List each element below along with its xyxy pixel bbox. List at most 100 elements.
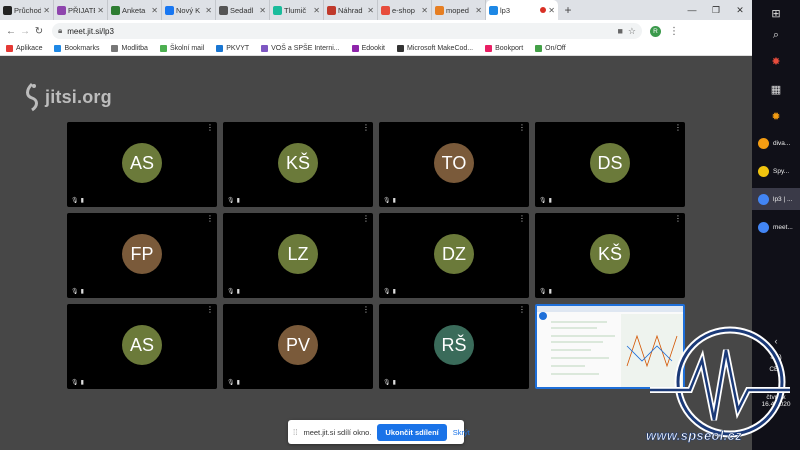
browser-tab[interactable]: PŘIJATÉ ✕ [54, 0, 108, 20]
browser-menu-icon[interactable]: ⋮ [669, 26, 679, 37]
tile-menu-icon[interactable]: ⋮ [206, 306, 214, 314]
tile-menu-icon[interactable]: ⋮ [518, 306, 526, 314]
bookmark-icon [351, 45, 359, 52]
browser-tab[interactable]: moped ✕ [432, 0, 486, 20]
close-tab-icon[interactable]: ✕ [43, 6, 50, 15]
drag-handle-icon[interactable]: ⁞⁞ [293, 428, 297, 437]
star-icon[interactable]: ☆ [628, 26, 636, 37]
reload-icon[interactable]: ↻ [32, 26, 46, 37]
participant-tile[interactable]: TO ⋮ 🎙︎ ▮ [379, 122, 529, 207]
close-tab-icon[interactable]: ✕ [205, 6, 212, 15]
minimize-button[interactable]: — [680, 0, 704, 20]
close-tab-icon[interactable]: ✕ [421, 6, 428, 15]
browser-tab[interactable]: Anketa ✕ [108, 0, 162, 20]
address-bar[interactable]: 🔒︎ meet.jit.si/lp3 ■ ☆ [52, 23, 642, 39]
bookmark-item[interactable]: On/Off [535, 45, 566, 52]
app-icon [758, 221, 769, 233]
participant-tile[interactable]: FP ⋮ 🎙︎ ▮ [67, 213, 217, 298]
hide-banner-button[interactable]: Skrýt [453, 428, 470, 437]
start-icon[interactable]: ⊞ [752, 2, 800, 24]
tile-menu-icon[interactable]: ⋮ [518, 124, 526, 132]
tile-menu-icon[interactable]: ⋮ [674, 124, 682, 132]
close-tab-icon[interactable]: ✕ [259, 6, 266, 15]
tile-menu-icon[interactable]: ⋮ [674, 215, 682, 223]
navigation-bar: ← → ↻ 🔒︎ meet.jit.si/lp3 ■ ☆ R ⋮ [0, 20, 752, 42]
clock-time[interactable]: 11:52 [752, 387, 800, 394]
shared-screen-tile[interactable] [535, 304, 685, 389]
stop-sharing-button[interactable]: Ukončit sdílení [377, 423, 447, 441]
language-indicator[interactable]: CES [752, 366, 800, 373]
tile-menu-icon[interactable]: ⋮ [518, 215, 526, 223]
meeting-area: jitsi.org AS ⋮ 🎙︎ ▮ KŠ ⋮ 🎙︎ ▮ TO ⋮ 🎙︎ ▮ DS ⋮ 🎙︎ ▮ FP ⋮ 🎙︎ ▮… [0, 57, 752, 450]
bookmark-item[interactable]: Aplikace [6, 45, 42, 52]
jitsi-logo[interactable]: jitsi.org [22, 82, 112, 112]
participant-tile[interactable]: KŠ ⋮ 🎙︎ ▮ [223, 122, 373, 207]
bookmark-item[interactable]: VOŠ a SPŠE Interni... [261, 45, 340, 52]
tile-menu-icon[interactable]: ⋮ [206, 215, 214, 223]
mic-muted-icon: 🎙︎ [71, 198, 79, 204]
shield-icon [111, 5, 120, 15]
participant-tile[interactable]: AS ⋮ 🎙︎ ▮ [67, 122, 217, 207]
search-icon[interactable]: ⌕ [752, 24, 800, 46]
bookmark-label: On/Off [545, 45, 566, 52]
participant-tile[interactable]: KŠ ⋮ 🎙︎ ▮ [535, 213, 685, 298]
close-tab-icon[interactable]: ✕ [548, 6, 555, 15]
forward-icon[interactable]: → [18, 26, 32, 37]
close-tab-icon[interactable]: ✕ [475, 6, 482, 15]
bookmark-item[interactable]: Edookit [351, 45, 385, 52]
maximize-button[interactable]: ❐ [704, 0, 728, 20]
bookmark-item[interactable]: Bookmarks [54, 45, 99, 52]
soccer-icon [3, 5, 12, 15]
participant-tile[interactable]: AS ⋮ 🎙︎ ▮ [67, 304, 217, 389]
browser-tab[interactable]: e-shop ✕ [378, 0, 432, 20]
bookmark-item[interactable]: PKVYT [216, 45, 249, 52]
participant-avatar: DS [590, 142, 630, 183]
bookmark-label: Modlitba [121, 45, 148, 52]
mic-muted-icon: 🎙︎ [539, 198, 547, 204]
taskbar-app[interactable]: diva... [752, 132, 800, 154]
bookmark-item[interactable]: Modlitba [111, 45, 148, 52]
signal-icon: ▮ [236, 289, 240, 295]
close-tab-icon[interactable]: ✕ [97, 6, 104, 15]
tile-menu-icon[interactable]: ⋮ [362, 215, 370, 223]
browser-tab[interactable]: Sedadl ✕ [216, 0, 270, 20]
tile-menu-icon[interactable]: ⋮ [206, 124, 214, 132]
close-tab-icon[interactable]: ✕ [151, 6, 158, 15]
calculator-icon[interactable]: ▦ [752, 78, 800, 100]
bookmark-label: Microsoft MakeCod... [406, 45, 474, 52]
tile-menu-icon[interactable]: ⋮ [362, 124, 370, 132]
bookmark-item[interactable]: Microsoft MakeCod... [396, 45, 474, 52]
browser-tab[interactable]: Nový K ✕ [162, 0, 216, 20]
close-window-button[interactable]: ✕ [728, 0, 752, 20]
jitsi-mark-icon [26, 82, 38, 112]
browser-tab[interactable]: Náhrad ✕ [324, 0, 378, 20]
bookmark-item[interactable]: Školní mail [159, 45, 204, 52]
bookmark-item[interactable]: Bookport [485, 45, 523, 52]
browser-tab[interactable]: lp3 ✕ [486, 0, 558, 20]
taskbar-app-label: lp3 | ... [773, 195, 793, 203]
back-icon[interactable]: ← [4, 26, 18, 37]
close-tab-icon[interactable]: ✕ [367, 6, 374, 15]
browser-tab[interactable]: Tlumič ✕ [270, 0, 324, 20]
settings-icon[interactable]: ✹ [752, 105, 800, 127]
browser-tab[interactable]: Průchod ✕ [0, 0, 54, 20]
participant-tile[interactable]: LZ ⋮ 🎙︎ ▮ [223, 213, 373, 298]
signal-icon: ▮ [236, 198, 240, 204]
participant-tile[interactable]: PV ⋮ 🎙︎ ▮ [223, 304, 373, 389]
taskbar-app[interactable]: Spy... [752, 160, 800, 182]
participant-tile[interactable]: RŠ ⋮ 🎙︎ ▮ [379, 304, 529, 389]
bookmark-icon [159, 45, 167, 52]
camera-icon[interactable]: ■ [617, 26, 622, 36]
participant-tile[interactable]: DS ⋮ 🎙︎ ▮ [535, 122, 685, 207]
new-tab-button[interactable]: + [558, 0, 578, 20]
taskbar-app[interactable]: meet... [752, 216, 800, 238]
participant-tile[interactable]: DZ ⋮ 🎙︎ ▮ [379, 213, 529, 298]
app-icon[interactable]: ✸ [752, 50, 800, 72]
tab-label: Průchod [14, 5, 42, 15]
mic-muted-icon: 🎙︎ [71, 289, 79, 295]
tile-menu-icon[interactable]: ⋮ [362, 306, 370, 314]
profile-avatar[interactable]: R [650, 25, 661, 37]
close-tab-icon[interactable]: ✕ [313, 6, 320, 15]
tab-label: e-shop [392, 5, 415, 15]
taskbar-app[interactable]: lp3 | ... [752, 188, 800, 210]
